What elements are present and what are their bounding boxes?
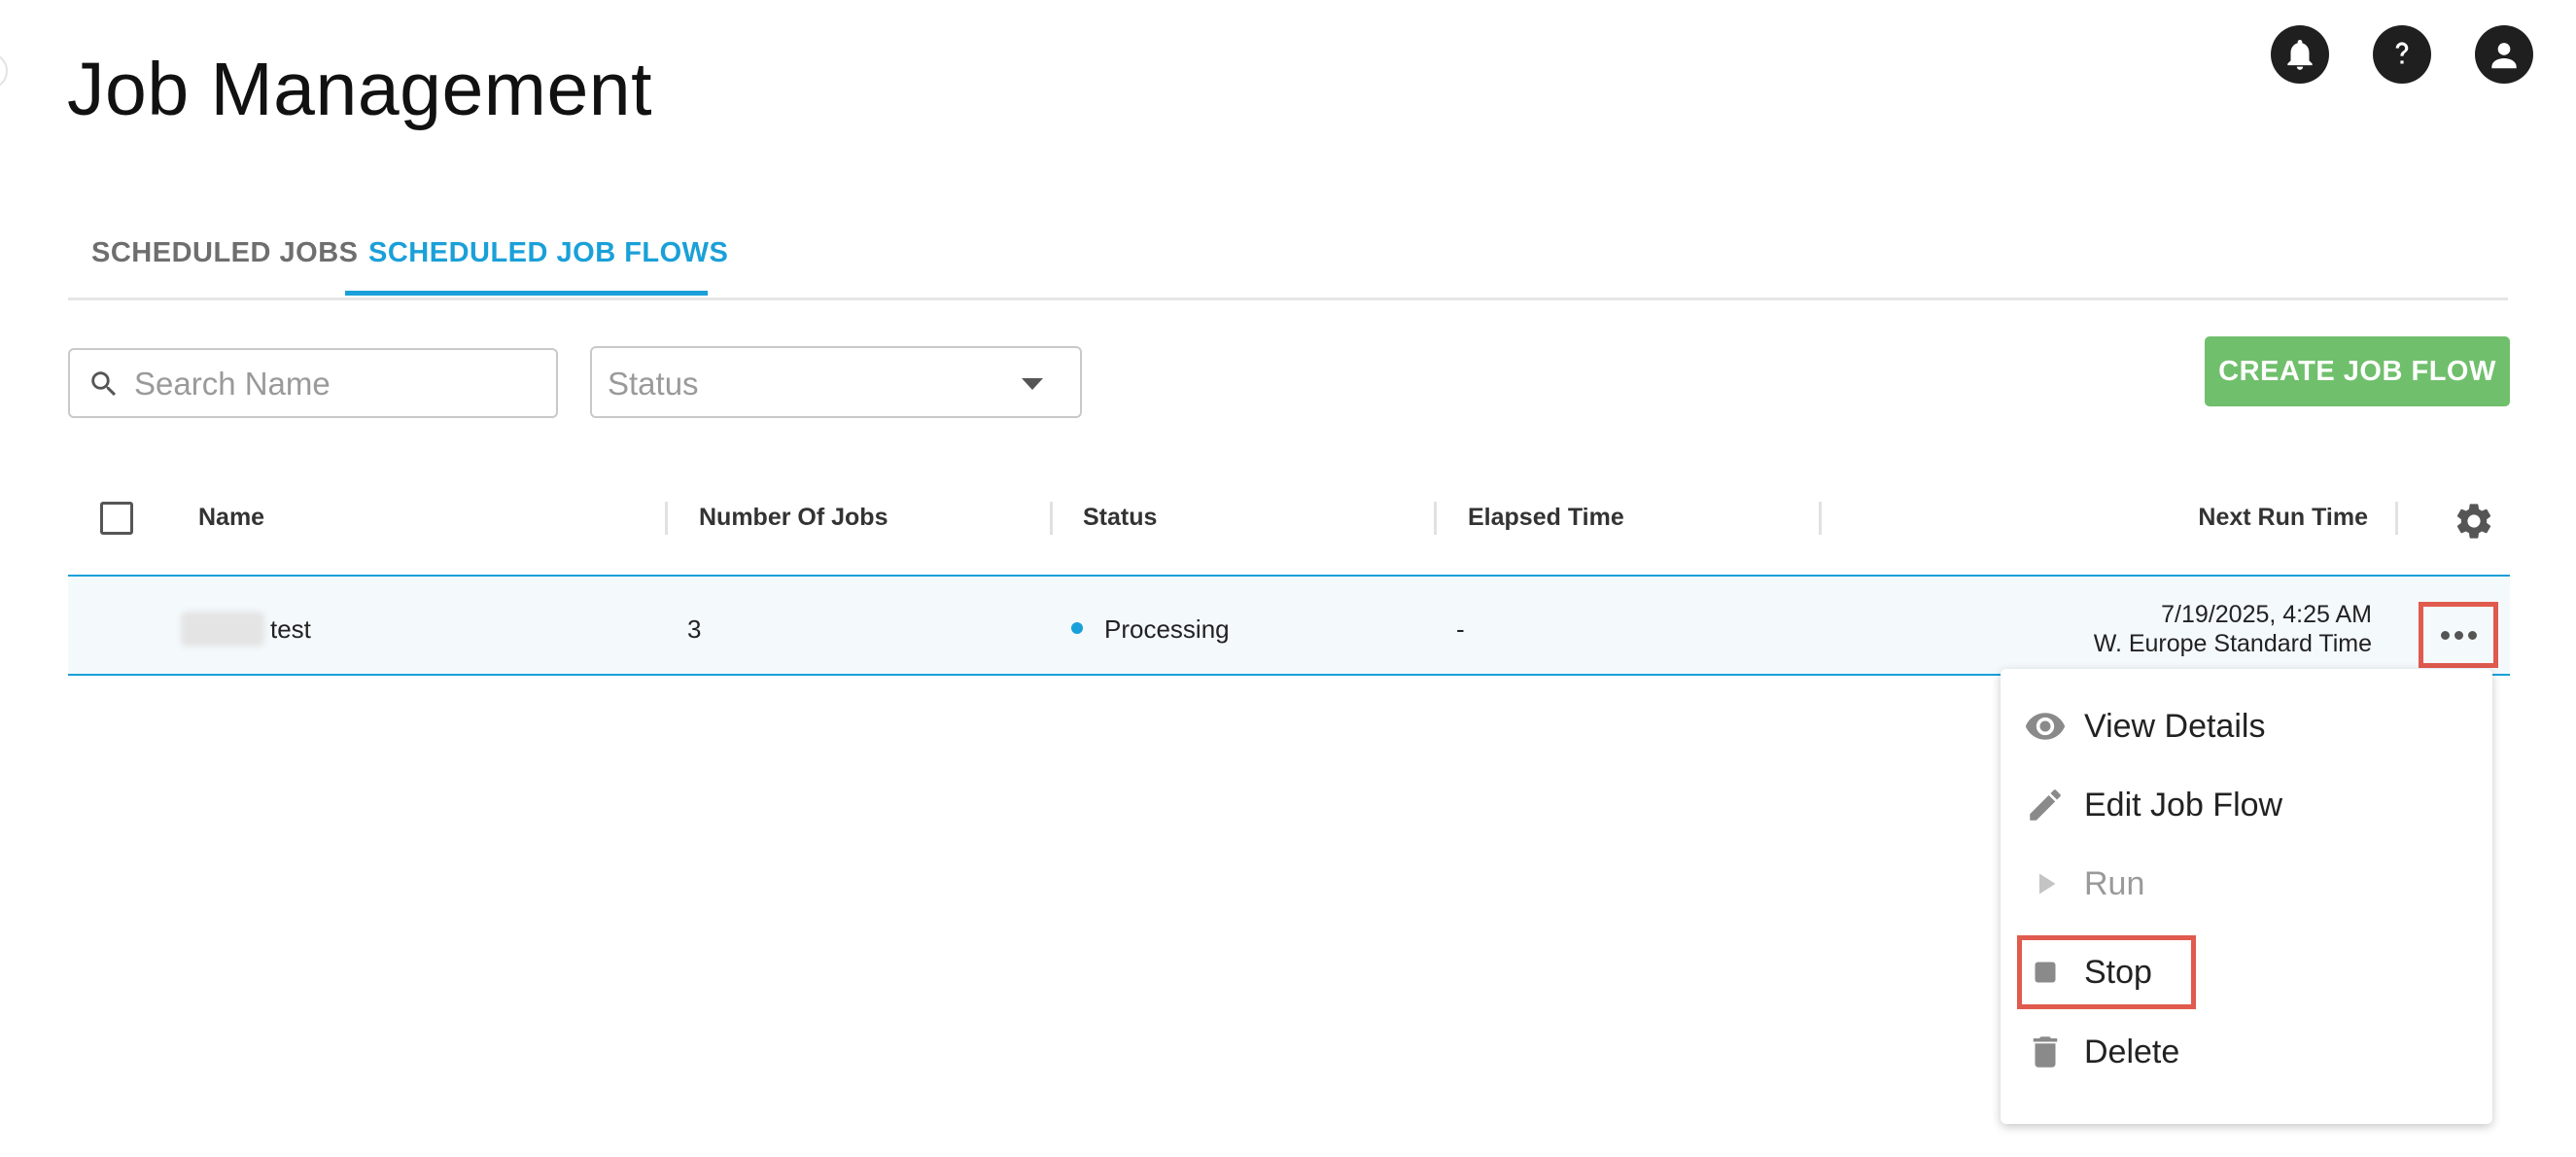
help-icon [2395, 42, 2409, 64]
menu-item-label: Run [2084, 864, 2145, 902]
menu-item-label: Edit Job Flow [2084, 786, 2283, 824]
more-dot-icon [2467, 630, 2477, 640]
menu-item-label: Delete [2084, 1033, 2180, 1070]
select-all-checkbox[interactable] [100, 502, 133, 535]
status-dot [1071, 622, 1083, 634]
pencil-icon [2024, 784, 2067, 826]
status-filter-select[interactable]: Status [590, 346, 1082, 418]
tabs-divider [68, 298, 2508, 300]
column-header-next-run-time[interactable]: Next Run Time [2198, 504, 2368, 532]
column-header-number-of-jobs[interactable]: Number Of Jobs [699, 504, 888, 532]
row-next-run-date: 7/19/2025, 4:25 AM [2161, 601, 2372, 628]
row-number-of-jobs: 3 [687, 614, 702, 644]
gear-icon[interactable] [2453, 500, 2495, 543]
row-next-run-timezone: W. Europe Standard Time [2093, 630, 2372, 657]
account-button[interactable] [2475, 25, 2533, 84]
column-header-name[interactable]: Name [198, 504, 264, 532]
column-separator[interactable] [2395, 502, 2398, 535]
active-tab-indicator [345, 291, 708, 296]
tab-scheduled-jobs[interactable]: SCHEDULED JOBS [91, 237, 359, 269]
eye-icon [2024, 705, 2067, 748]
row-actions-button[interactable] [2419, 602, 2498, 668]
play-icon [2024, 862, 2067, 905]
row-actions-menu: View Details Edit Job Flow Run Stop Dele… [2001, 669, 2492, 1124]
menu-item-run[interactable]: Run [2001, 850, 2492, 918]
column-separator[interactable] [1819, 502, 1822, 535]
menu-item-label: View Details [2084, 707, 2266, 745]
search-input[interactable] [132, 350, 544, 418]
column-separator[interactable] [665, 502, 668, 535]
search-icon [91, 371, 117, 397]
notifications-button[interactable] [2271, 25, 2329, 84]
redacted-name-prefix [181, 612, 264, 647]
search-field[interactable] [68, 348, 558, 418]
table-row[interactable] [68, 577, 2510, 676]
column-separator[interactable] [1050, 502, 1053, 535]
more-dot-icon [2440, 630, 2450, 640]
menu-item-delete[interactable]: Delete [2001, 1018, 2492, 1086]
tab-scheduled-job-flows[interactable]: SCHEDULED JOB FLOWS [368, 237, 728, 269]
row-status: Processing [1104, 614, 1230, 644]
column-header-elapsed-time[interactable]: Elapsed Time [1468, 504, 1624, 532]
column-separator[interactable] [1434, 502, 1437, 535]
help-button[interactable] [2373, 25, 2431, 84]
status-select-placeholder: Status [608, 366, 699, 402]
user-icon [2491, 43, 2517, 69]
bell-icon [2287, 39, 2313, 70]
more-dot-icon [2454, 630, 2463, 640]
menu-item-edit-job-flow[interactable]: Edit Job Flow [2001, 771, 2492, 839]
sidebar-toggle-edge[interactable] [0, 53, 8, 89]
row-elapsed-time: - [1456, 614, 1465, 644]
menu-item-label: Stop [2084, 953, 2152, 991]
dropdown-caret-icon [1022, 378, 1043, 390]
menu-item-stop[interactable]: Stop [2001, 938, 2492, 1006]
page-title: Job Management [67, 48, 652, 131]
trash-icon [2024, 1031, 2067, 1073]
menu-item-view-details[interactable]: View Details [2001, 692, 2492, 760]
stop-icon [2024, 951, 2067, 994]
create-job-flow-button[interactable]: CREATE JOB FLOW [2205, 336, 2510, 406]
column-header-status[interactable]: Status [1083, 504, 1157, 532]
row-name: test [270, 614, 311, 644]
